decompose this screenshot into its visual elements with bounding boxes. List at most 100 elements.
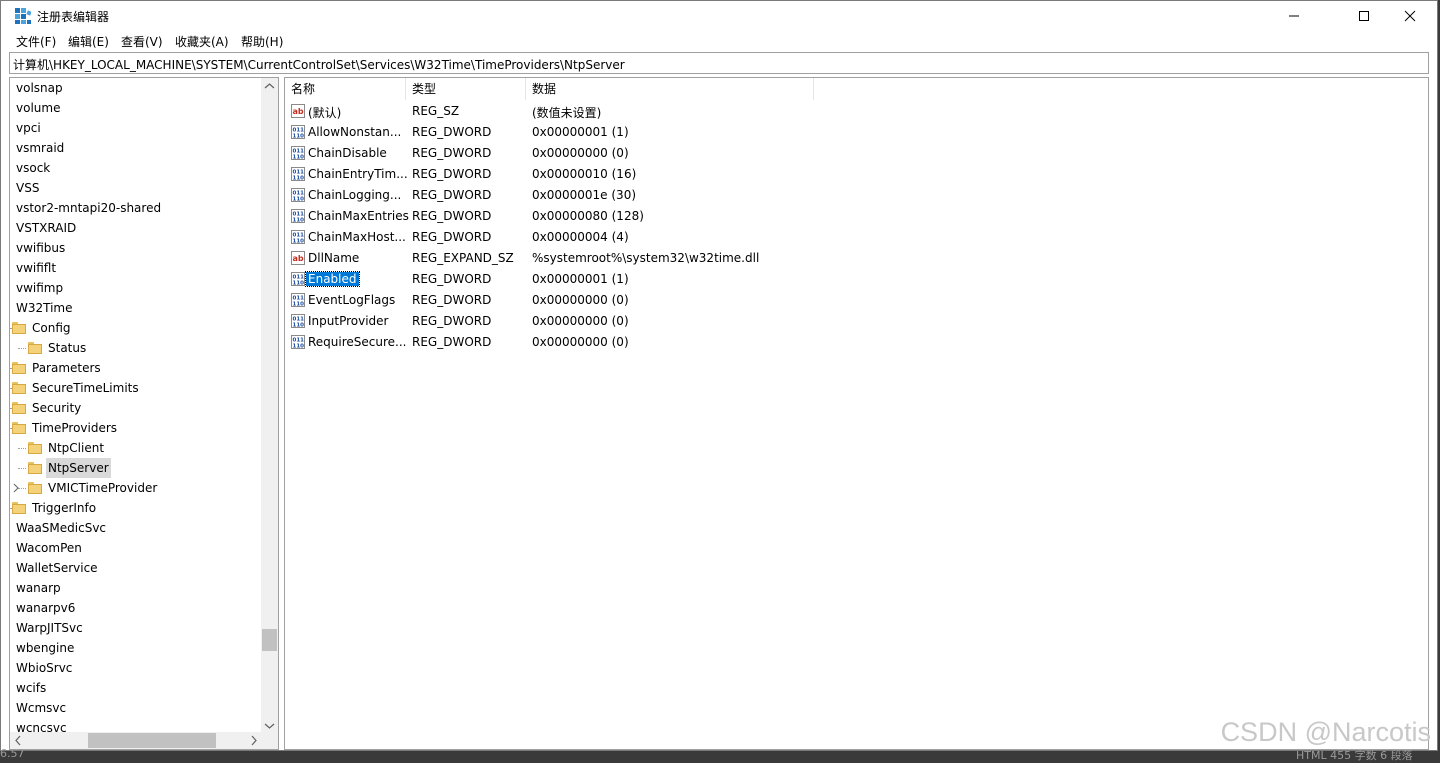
minimize-button[interactable] (1271, 1, 1317, 31)
close-button[interactable] (1387, 1, 1433, 31)
tree-connector-line (18, 448, 26, 449)
value-data: 0x00000001 (1) (532, 125, 629, 139)
menu-edit[interactable]: 编辑(E) (66, 33, 111, 50)
value-type: REG_DWORD (412, 314, 492, 328)
value-row-[interactable]: ab (默认) REG_SZ (数值未设置) (285, 101, 1085, 122)
close-icon (1404, 10, 1416, 22)
address-path: 计算机\HKEY_LOCAL_MACHINE\SYSTEM\CurrentCon… (13, 58, 625, 72)
tree-item-label: vstor2-mntapi20-shared (16, 201, 162, 215)
address-bar[interactable]: 计算机\HKEY_LOCAL_MACHINE\SYSTEM\CurrentCon… (9, 52, 1429, 74)
folder-icon (12, 402, 26, 414)
tree-item-label: wcifs (16, 681, 47, 695)
value-row-chainmaxentries[interactable]: 011 110 ChainMaxEntries REG_DWORD 0x00000080… (285, 206, 1085, 227)
tree-item-label: WaaSMedicSvc (16, 521, 107, 535)
value-row-allownonstan[interactable]: 011 110 AllowNonstan... REG_DWORD 0x00000001… (285, 122, 1085, 143)
tree-item-label: TriggerInfo (32, 501, 97, 515)
tree-item-label: W32Time (16, 301, 73, 315)
folder-icon (12, 382, 26, 394)
tree-horizontal-scroll-thumb[interactable] (88, 733, 216, 748)
window-title: 注册表编辑器 (37, 10, 110, 24)
menu-file[interactable]: 文件(F) (14, 33, 58, 50)
value-row-chainlogging[interactable]: 011 110 ChainLogging... REG_DWORD 0x0000001e… (285, 185, 1085, 206)
column-header-name[interactable]: 名称 (285, 78, 406, 100)
watermark: CSDN @Narcotis (1220, 717, 1431, 747)
value-row-chaindisable[interactable]: 011 110 ChainDisable REG_DWORD 0x00000000 (0… (285, 143, 1085, 164)
tree-vertical-scrollbar[interactable] (261, 78, 278, 734)
svg-text:110: 110 (293, 218, 305, 224)
value-row-chainmaxhost[interactable]: 011 110 ChainMaxHost... REG_DWORD 0x00000004… (285, 227, 1085, 248)
value-type: REG_DWORD (412, 230, 492, 244)
tree-item-label: Parameters (32, 361, 101, 375)
tree-item-label: WarpJITSvc (16, 621, 83, 635)
value-data: 0x00000000 (0) (532, 314, 629, 328)
tree-horizontal-scrollbar[interactable] (10, 732, 262, 749)
value-data: 0x00000000 (0) (532, 335, 629, 349)
key-tree-pane: volsnap volume vpci vsmraid vsock VSS vstor2-m… (9, 77, 279, 750)
tree-vertical-scroll-thumb[interactable] (262, 629, 277, 651)
binary-value-icon: 011110 (291, 167, 305, 181)
value-name: ChainLogging... (308, 188, 402, 202)
menu-view[interactable]: 查看(V) (119, 33, 165, 50)
value-name: Enabled (305, 271, 360, 287)
svg-text:110: 110 (293, 155, 305, 161)
registry-editor-window: 注册表编辑器 文件(F) 编辑(E) 查看(V) 收藏夹(A) 帮助(H) 计算… (0, 0, 1438, 751)
menu-bar: 文件(F) 编辑(E) 查看(V) 收藏夹(A) 帮助(H) (1, 31, 1437, 51)
folder-icon (12, 362, 26, 374)
tree-item-label: NtpClient (48, 441, 105, 455)
maximize-button[interactable] (1341, 1, 1387, 31)
tree-item-label: VSS (16, 181, 40, 195)
expand-chevron-icon[interactable] (12, 483, 20, 493)
folder-icon (28, 482, 42, 494)
value-row-inputprovider[interactable]: 011 110 InputProvider REG_DWORD 0x00000000 (… (285, 311, 1085, 332)
value-name: ChainMaxHost... (308, 230, 406, 244)
menu-help[interactable]: 帮助(H) (239, 33, 285, 50)
tree-item-label: wbengine (16, 641, 75, 655)
tree-item-label: WalletService (16, 561, 98, 575)
value-type: REG_DWORD (412, 125, 492, 139)
menu-favorites[interactable]: 收藏夹(A) (173, 33, 231, 50)
value-name: InputProvider (308, 314, 389, 328)
value-row-requiresecure[interactable]: 011 110 RequireSecure... REG_DWORD 0x0000000… (285, 332, 1085, 353)
value-data: %systemroot%\system32\w32time.dll (532, 251, 760, 265)
value-name: ChainDisable (308, 146, 387, 160)
binary-value-icon: 011110 (291, 230, 305, 244)
value-row-eventlogflags[interactable]: 011 110 EventLogFlags REG_DWORD 0x00000000 (… (285, 290, 1085, 311)
folder-icon (28, 462, 42, 474)
binary-value-icon: 011110 (291, 272, 305, 286)
tree-item-label: wanarpv6 (16, 601, 76, 615)
value-name: ChainMaxEntries (308, 209, 409, 223)
value-row-enabled[interactable]: 011 110 Enabled REG_DWORD 0x00000001 (1) (285, 269, 1085, 290)
background-text-left: 6.57 (0, 747, 25, 760)
tree-item-label: vpci (16, 121, 41, 135)
string-value-icon: ab (291, 104, 305, 118)
value-data: 0x00000001 (1) (532, 272, 629, 286)
svg-text:110: 110 (293, 281, 305, 287)
value-data: 0x00000004 (4) (532, 230, 629, 244)
scroll-up-icon[interactable] (261, 78, 278, 95)
column-header-data[interactable]: 数据 (526, 78, 814, 100)
value-type: REG_DWORD (412, 209, 492, 223)
binary-value-icon: 011110 (291, 188, 305, 202)
column-header-type[interactable]: 类型 (406, 78, 526, 100)
value-type: REG_DWORD (412, 293, 492, 307)
value-row-dllname[interactable]: ab DllName REG_EXPAND_SZ %systemroot%\syste… (285, 248, 1085, 269)
svg-text:110: 110 (293, 323, 305, 329)
value-row-chainentrytim[interactable]: 011 110 ChainEntryTim... REG_DWORD 0x0000001… (285, 164, 1085, 185)
title-bar[interactable]: 注册表编辑器 (1, 1, 1437, 31)
svg-text:110: 110 (293, 344, 305, 350)
minimize-icon (1289, 15, 1299, 17)
value-name: DllName (308, 251, 360, 265)
svg-text:ab: ab (293, 254, 304, 263)
svg-text:110: 110 (293, 302, 305, 308)
scroll-right-icon[interactable] (245, 732, 262, 749)
tree-item-label: NtpServer (46, 458, 111, 478)
tree-item-label: vwifibus (16, 241, 66, 255)
value-type: REG_DWORD (412, 188, 492, 202)
value-type: REG_DWORD (412, 335, 492, 349)
binary-value-icon: 011110 (291, 335, 305, 349)
svg-text:110: 110 (293, 176, 305, 182)
tree-item-label: vwifimp (16, 281, 64, 295)
binary-value-icon: 011110 (291, 293, 305, 307)
tree-connector-line (18, 348, 26, 349)
folder-icon (28, 342, 42, 354)
